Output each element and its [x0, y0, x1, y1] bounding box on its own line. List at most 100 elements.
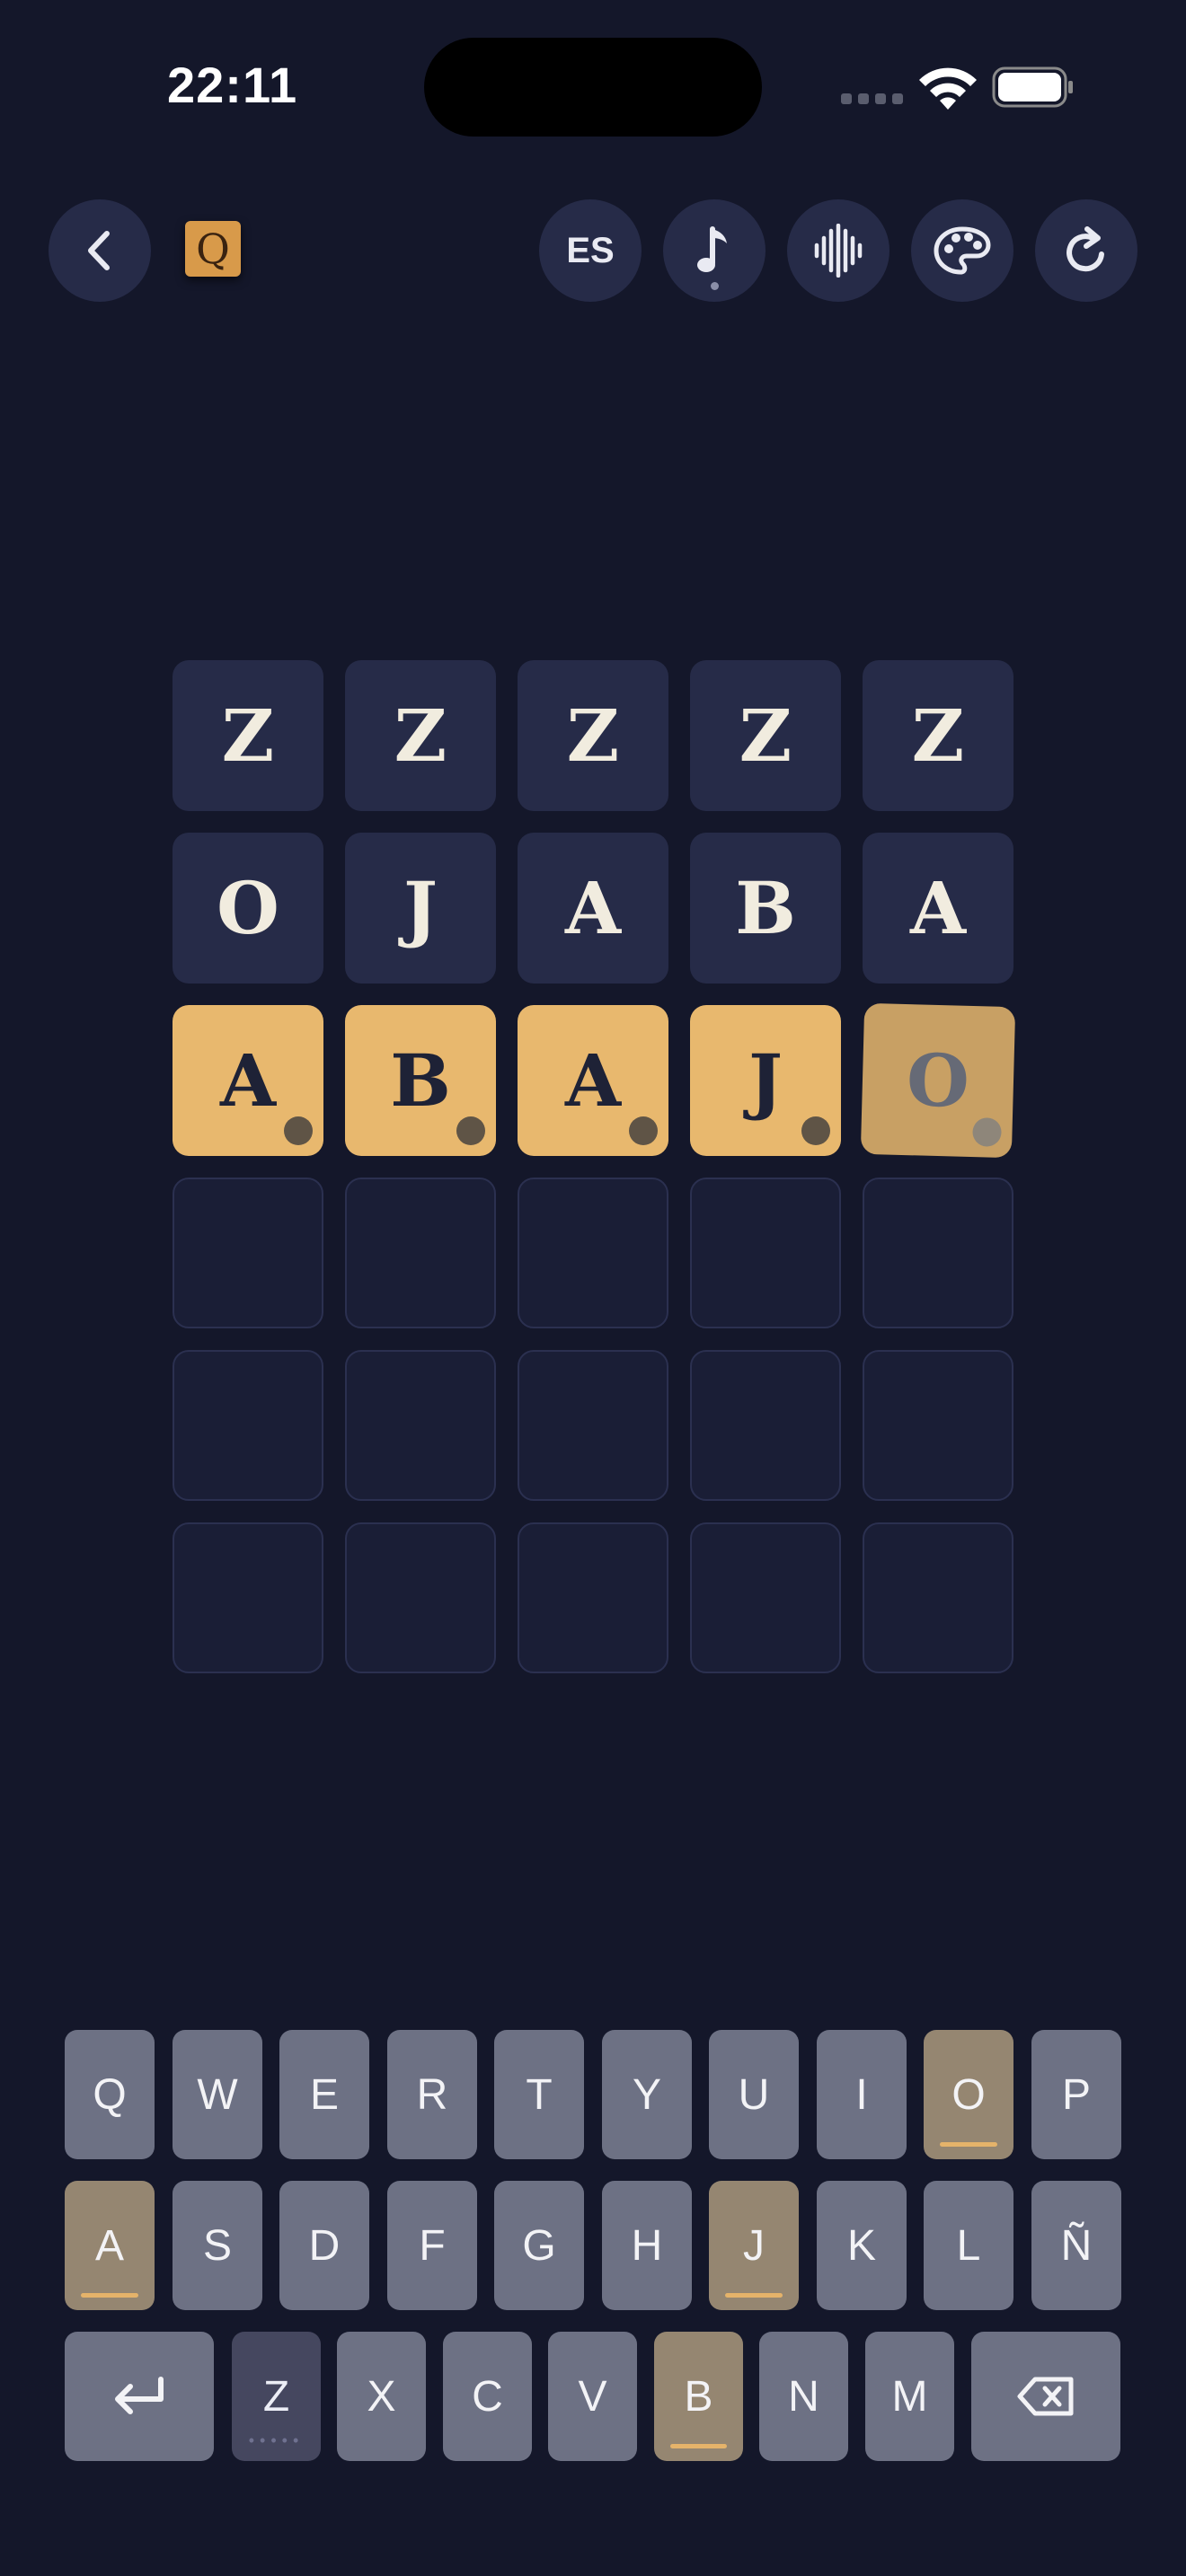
battery-icon: [992, 66, 1073, 108]
board-tile: Z: [690, 660, 841, 811]
board-tile: O: [173, 833, 323, 984]
board-tile: O: [860, 1002, 1016, 1159]
key-label: W: [197, 2070, 238, 2119]
key-label: X: [367, 2372, 396, 2421]
key-label: Ñ: [1060, 2221, 1093, 2270]
key-t[interactable]: T: [494, 2030, 584, 2159]
key-label: F: [419, 2221, 446, 2270]
board-tile: [345, 1350, 496, 1501]
key-label: Y: [632, 2070, 661, 2119]
tile-letter: Z: [739, 693, 792, 778]
tile-letter: J: [403, 866, 438, 950]
key-h[interactable]: H: [602, 2181, 692, 2310]
tile-letter: Z: [911, 693, 965, 778]
key-q[interactable]: Q: [65, 2030, 155, 2159]
board-tile: Z: [863, 660, 1013, 811]
wifi-icon: [919, 67, 977, 110]
key-label: J: [743, 2221, 765, 2270]
return-icon: [115, 2377, 164, 2414]
board-tile: [173, 1522, 323, 1673]
key-label: S: [202, 2221, 232, 2270]
key-label: K: [846, 2221, 876, 2270]
key-label: G: [522, 2221, 556, 2270]
tile-letter: A: [564, 1038, 622, 1123]
music-active-indicator: [711, 282, 719, 290]
key-f[interactable]: F: [387, 2181, 477, 2310]
key-label: B: [684, 2372, 713, 2421]
key-label: M: [891, 2372, 928, 2421]
board-tile: [518, 1178, 668, 1328]
language-button[interactable]: ES: [539, 199, 642, 302]
key-g[interactable]: G: [494, 2181, 584, 2310]
key-u[interactable]: U: [709, 2030, 799, 2159]
key-e[interactable]: E: [279, 2030, 369, 2159]
board-tile: A: [863, 833, 1013, 984]
tile-indicator-dot: [284, 1116, 313, 1145]
key-ñ[interactable]: Ñ: [1031, 2181, 1121, 2310]
key-r[interactable]: R: [387, 2030, 477, 2159]
key-label: R: [416, 2070, 448, 2119]
key-z[interactable]: Z •••••: [232, 2332, 321, 2461]
backspace-icon: [1017, 2377, 1074, 2416]
key-j[interactable]: J: [709, 2181, 799, 2310]
board-tile: [518, 1350, 668, 1501]
enter-key[interactable]: [65, 2332, 214, 2461]
tile-letter: A: [219, 1038, 277, 1123]
board-tile: B: [345, 1005, 496, 1156]
chevron-left-icon: [88, 231, 110, 270]
board-tile: [518, 1522, 668, 1673]
delete-key[interactable]: [971, 2332, 1120, 2461]
key-label: N: [788, 2372, 819, 2421]
tile-letter: Z: [394, 693, 447, 778]
key-y[interactable]: Y: [602, 2030, 692, 2159]
key-label: A: [94, 2221, 124, 2270]
cellular-signal-icon: [841, 93, 903, 104]
board-tile: J: [345, 833, 496, 984]
key-c[interactable]: C: [443, 2332, 532, 2461]
key-d[interactable]: D: [279, 2181, 369, 2310]
tile-indicator-dot: [801, 1116, 830, 1145]
key-label: U: [738, 2070, 770, 2119]
restart-button[interactable]: [1035, 199, 1137, 302]
key-label: T: [526, 2070, 553, 2119]
board-tile: [345, 1178, 496, 1328]
key-label: Q: [93, 2070, 127, 2119]
key-n[interactable]: N: [759, 2332, 848, 2461]
theme-button[interactable]: [911, 199, 1013, 302]
back-button[interactable]: [49, 199, 151, 302]
key-i[interactable]: I: [817, 2030, 907, 2159]
board-tile: Z: [345, 660, 496, 811]
key-m[interactable]: M: [865, 2332, 954, 2461]
key-label: Z: [262, 2372, 290, 2421]
board-tile: [690, 1522, 841, 1673]
board-tile: [690, 1178, 841, 1328]
board-tile: [345, 1522, 496, 1673]
board-tile: Z: [518, 660, 668, 811]
key-k[interactable]: K: [817, 2181, 907, 2310]
key-label: V: [578, 2372, 607, 2421]
key-b[interactable]: B: [654, 2332, 743, 2461]
tile-letter: O: [905, 1037, 971, 1124]
key-v[interactable]: V: [548, 2332, 637, 2461]
key-s[interactable]: S: [173, 2181, 262, 2310]
key-x[interactable]: X: [337, 2332, 426, 2461]
board-tile: J: [690, 1005, 841, 1156]
language-label: ES: [566, 230, 615, 270]
present-underline: [670, 2444, 727, 2448]
key-w[interactable]: W: [173, 2030, 262, 2159]
key-label: C: [472, 2372, 503, 2421]
board-tile: [863, 1522, 1013, 1673]
tile-letter: B: [735, 866, 796, 950]
tile-indicator-dot: [972, 1117, 1002, 1147]
present-underline: [940, 2142, 997, 2147]
dynamic-island: [424, 38, 762, 137]
key-a[interactable]: A: [65, 2181, 155, 2310]
key-p[interactable]: P: [1031, 2030, 1121, 2159]
sound-effects-button[interactable]: [787, 199, 890, 302]
key-l[interactable]: L: [924, 2181, 1013, 2310]
board-tile: B: [690, 833, 841, 984]
absent-dots: •••••: [248, 2431, 305, 2449]
key-o[interactable]: O: [924, 2030, 1013, 2159]
tile-letter: J: [748, 1038, 783, 1123]
tile-letter: Z: [221, 693, 275, 778]
